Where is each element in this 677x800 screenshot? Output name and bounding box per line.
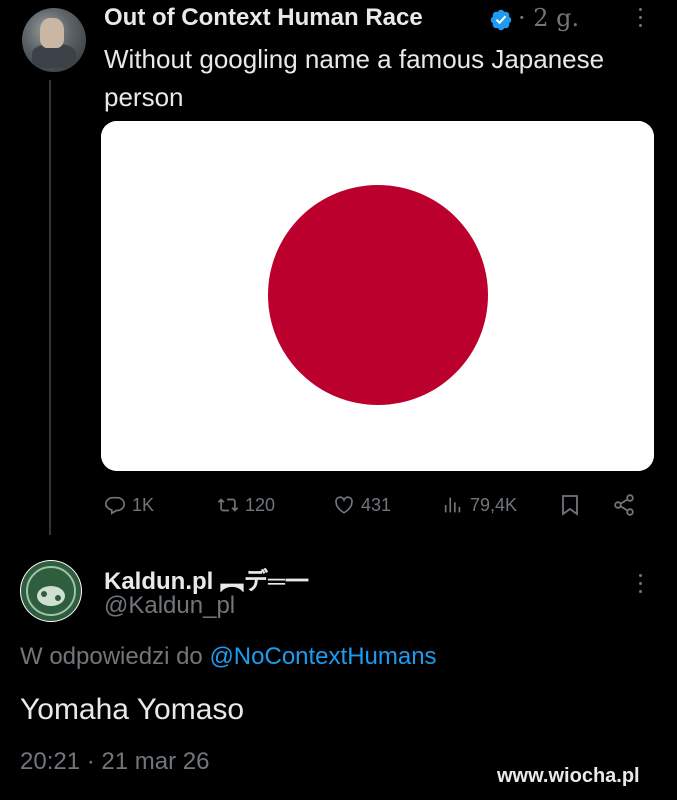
reply-timestamp[interactable]: 20:21 · 21 mar 26 [20,748,209,776]
bookmark-icon[interactable] [558,493,582,517]
like-count: 431 [361,494,392,515]
views-button[interactable]: 79,4K [442,490,517,520]
heart-icon [335,496,353,514]
reply-prefix: W odpowiedzi do [20,643,210,670]
retweet-button[interactable]: 120 [217,490,275,520]
author-name[interactable]: Out of Context Human Race [104,4,423,32]
reply-count: 1K [132,494,155,515]
thread-line [49,80,51,535]
like-button[interactable]: 431 [333,490,391,520]
reply-author-avatar[interactable] [20,560,82,622]
reply-context: W odpowiedzi do @NoContextHumans [20,643,437,671]
tweet-text: Without googling name a famous Japanese … [104,44,605,112]
more-dots-icon[interactable] [633,574,647,598]
share-icon[interactable] [612,493,636,517]
retweet-count: 120 [245,494,276,515]
views-count: 79,4K [470,494,518,515]
watermark: www.wiocha.pl [497,765,640,787]
verified-badge-icon [490,9,512,31]
more-dots-icon[interactable] [633,8,647,32]
reply-author-name[interactable]: Kaldun.pl ︻デ═一 [104,561,309,596]
reply-author-handle[interactable]: @Kaldun_pl [104,592,235,620]
flag-red-circle [268,185,488,405]
tweet-time[interactable]: · 2 g. [518,4,579,32]
reply-mention-link[interactable]: @NoContextHumans [209,643,436,670]
views-chart-icon [444,497,461,513]
retweet-icon [217,498,239,512]
reply-icon [105,496,125,515]
reply-text: Yomaha Yomaso [20,693,245,726]
author-avatar[interactable] [22,8,86,72]
reply-button[interactable]: 1K [104,490,154,520]
tweet-media-image[interactable] [101,121,654,471]
